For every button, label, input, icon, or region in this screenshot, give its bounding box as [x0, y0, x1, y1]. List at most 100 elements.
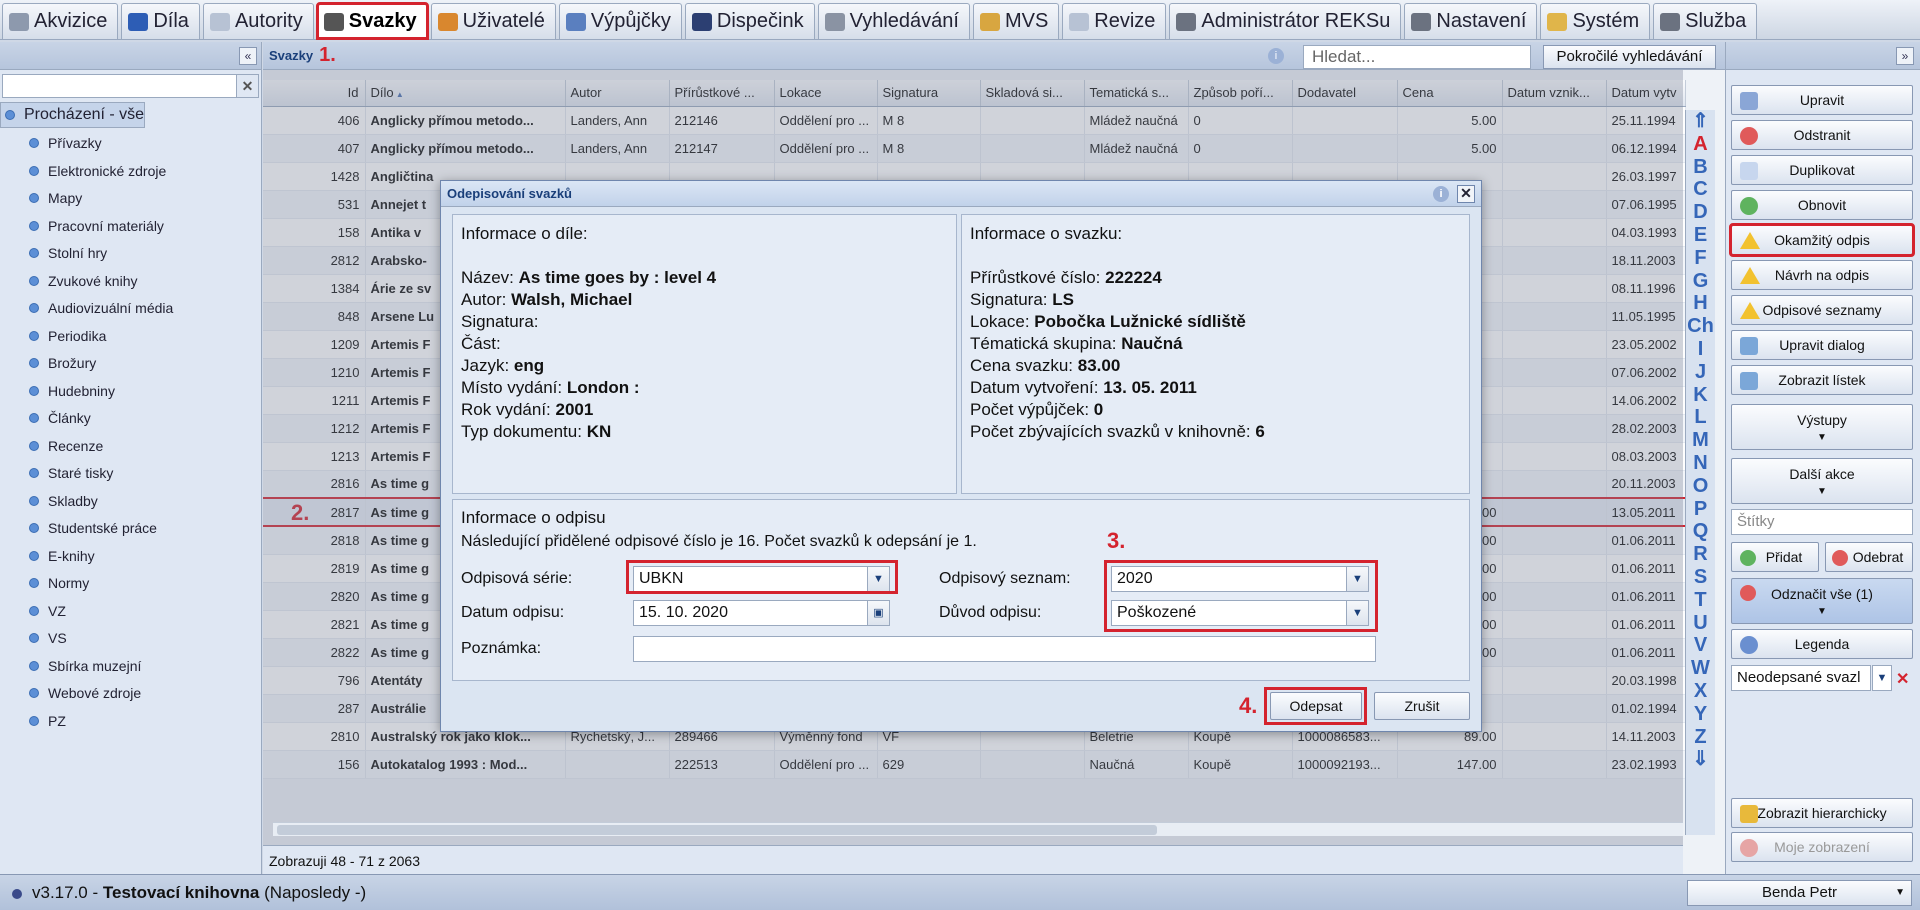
category-item[interactable]: VS — [0, 625, 261, 653]
tab-výpůjčky[interactable]: Výpůjčky — [558, 3, 682, 39]
search-input[interactable]: Hledat... — [1303, 45, 1531, 69]
horizontal-scrollbar[interactable] — [273, 822, 1683, 836]
outputs-button[interactable]: Výstupy ▼ — [1731, 404, 1913, 450]
alphabet-letter[interactable]: N — [1693, 452, 1707, 475]
more-actions-button[interactable]: Další akce ▼ — [1731, 458, 1913, 504]
advanced-search-button[interactable]: Pokročilé vyhledávání — [1543, 45, 1716, 69]
category-item[interactable]: Periodika — [0, 322, 261, 350]
alphabet-letter[interactable]: C — [1693, 178, 1707, 201]
collapse-right-button[interactable]: » — [1896, 47, 1914, 65]
filter-dropdown-icon[interactable]: ▼ — [1872, 665, 1892, 691]
writeoff-proposal-button[interactable]: Návrh na odpis — [1731, 260, 1913, 290]
alphabet-letter[interactable]: G — [1693, 270, 1709, 293]
alphabet-letter[interactable]: K — [1693, 384, 1707, 407]
tab-svazky[interactable]: Svazky — [315, 2, 429, 40]
add-tag-button[interactable]: Přidat — [1731, 542, 1819, 572]
collapse-left-button[interactable]: « — [239, 47, 257, 65]
tab-služba[interactable]: Služba — [1653, 3, 1758, 39]
writeoff-lists-button[interactable]: Odpisové seznamy — [1731, 295, 1913, 325]
category-item[interactable]: Procházení - vše — [0, 102, 146, 128]
tab-revize[interactable]: Revize — [1062, 3, 1167, 39]
alphabet-letter[interactable]: V — [1694, 634, 1707, 657]
clear-filter-icon[interactable]: ✕ — [236, 75, 258, 97]
user-menu-button[interactable]: Benda Petr ▼ — [1687, 880, 1912, 906]
remove-tag-button[interactable]: Odebrat — [1825, 542, 1913, 572]
show-card-button[interactable]: Zobrazit lístek — [1731, 365, 1913, 395]
alphabet-letter[interactable]: B — [1693, 156, 1707, 179]
category-item[interactable]: Články — [0, 405, 261, 433]
alphabet-letter[interactable]: M — [1692, 429, 1709, 452]
category-item[interactable]: Skladby — [0, 487, 261, 515]
my-views-button[interactable]: Moje zobrazení — [1731, 832, 1913, 862]
filter-select[interactable]: Neodepsané svazl — [1731, 665, 1871, 691]
tab-administrátor-reksu[interactable]: Administrátor REKSu — [1169, 3, 1402, 39]
uncheck-all-button[interactable]: Odznačit vše (1) ▼ — [1731, 578, 1913, 624]
tab-nastavení[interactable]: Nastavení — [1404, 3, 1538, 39]
duplicate-button[interactable]: Duplikovat — [1731, 155, 1913, 185]
category-item[interactable]: VZ — [0, 597, 261, 625]
category-item[interactable]: Brožury — [0, 350, 261, 378]
alphabet-letter[interactable]: H — [1693, 292, 1707, 315]
alphabet-letter[interactable]: W — [1691, 657, 1710, 680]
category-item[interactable]: Sbírka muzejní — [0, 652, 261, 680]
instant-writeoff-button[interactable]: Okamžitý odpis — [1729, 223, 1915, 257]
tab-dispečink[interactable]: Dispečink — [684, 3, 815, 39]
alphabet-letter[interactable]: O — [1693, 475, 1709, 498]
category-item[interactable]: Mapy — [0, 185, 261, 213]
alphabet-letter[interactable]: Ch — [1687, 315, 1714, 338]
note-input[interactable] — [633, 636, 1376, 662]
category-item[interactable]: Normy — [0, 570, 261, 598]
category-item[interactable]: E-knihy — [0, 542, 261, 570]
alphabet-letter[interactable]: I — [1698, 338, 1704, 361]
delete-button[interactable]: Odstranit — [1731, 120, 1913, 150]
category-item[interactable]: Přívazky — [0, 130, 261, 158]
alphabet-letter[interactable]: R — [1693, 543, 1707, 566]
clear-filter-icon[interactable]: ✕ — [1896, 669, 1909, 689]
alphabet-letter[interactable]: E — [1694, 224, 1707, 247]
legend-button[interactable]: Legenda — [1731, 629, 1913, 659]
alphabet-letter[interactable]: A — [1693, 133, 1707, 156]
edit-dialog-button[interactable]: Upravit dialog — [1731, 330, 1913, 360]
alphabet-letter[interactable]: Z — [1694, 726, 1706, 749]
alphabet-letter[interactable]: Q — [1693, 520, 1709, 543]
left-filter-input[interactable]: ✕ — [2, 74, 259, 98]
scrollbar-thumb[interactable] — [277, 825, 1157, 835]
scroll-bottom-icon[interactable]: ⇓ — [1692, 748, 1709, 771]
cancel-button[interactable]: Zrušit — [1374, 692, 1470, 720]
calendar-icon[interactable]: ▣ — [867, 601, 889, 625]
edit-button[interactable]: Upravit — [1731, 85, 1913, 115]
tab-díla[interactable]: Díla — [121, 3, 200, 39]
alphabet-letter[interactable]: L — [1694, 406, 1706, 429]
category-item[interactable]: Recenze — [0, 432, 261, 460]
alphabet-letter[interactable]: Y — [1694, 703, 1707, 726]
category-item[interactable]: Studentské práce — [0, 515, 261, 543]
tab-autority[interactable]: Autority — [202, 3, 314, 39]
category-item[interactable]: Staré tisky — [0, 460, 261, 488]
tab-systém[interactable]: Systém — [1540, 3, 1651, 39]
writeoff-button[interactable]: Odepsat — [1270, 692, 1362, 720]
info-icon[interactable]: i — [1433, 186, 1449, 202]
category-item[interactable]: Audiovizuální média — [0, 295, 261, 323]
alphabet-letter[interactable]: J — [1695, 361, 1706, 384]
category-item[interactable]: PZ — [0, 707, 261, 735]
date-field[interactable]: 15. 10. 2020 ▣ — [633, 600, 890, 626]
close-icon[interactable]: ✕ — [1457, 185, 1475, 203]
alphabet-letter[interactable]: D — [1693, 201, 1707, 224]
alphabet-letter[interactable]: F — [1694, 247, 1706, 270]
refresh-button[interactable]: Obnovit — [1731, 190, 1913, 220]
tab-akvizice[interactable]: Akvizice — [2, 3, 119, 39]
tab-uživatelé[interactable]: Uživatelé — [430, 3, 556, 39]
scroll-top-icon[interactable]: ⇑ — [1692, 110, 1709, 133]
show-hierarchy-button[interactable]: Zobrazit hierarchicky — [1731, 798, 1913, 828]
alphabet-letter[interactable]: U — [1693, 612, 1707, 635]
category-item[interactable]: Zvukové knihy — [0, 267, 261, 295]
alphabet-letter[interactable]: P — [1694, 498, 1707, 521]
category-item[interactable]: Pracovní materiály — [0, 212, 261, 240]
info-icon[interactable]: i — [1268, 48, 1284, 64]
alphabet-letter[interactable]: T — [1694, 589, 1706, 612]
category-item[interactable]: Elektronické zdroje — [0, 157, 261, 185]
alphabet-letter[interactable]: S — [1694, 566, 1707, 589]
tab-vyhledávání[interactable]: Vyhledávání — [817, 3, 970, 39]
category-item[interactable]: Webové zdroje — [0, 680, 261, 708]
category-item[interactable]: Hudebniny — [0, 377, 261, 405]
